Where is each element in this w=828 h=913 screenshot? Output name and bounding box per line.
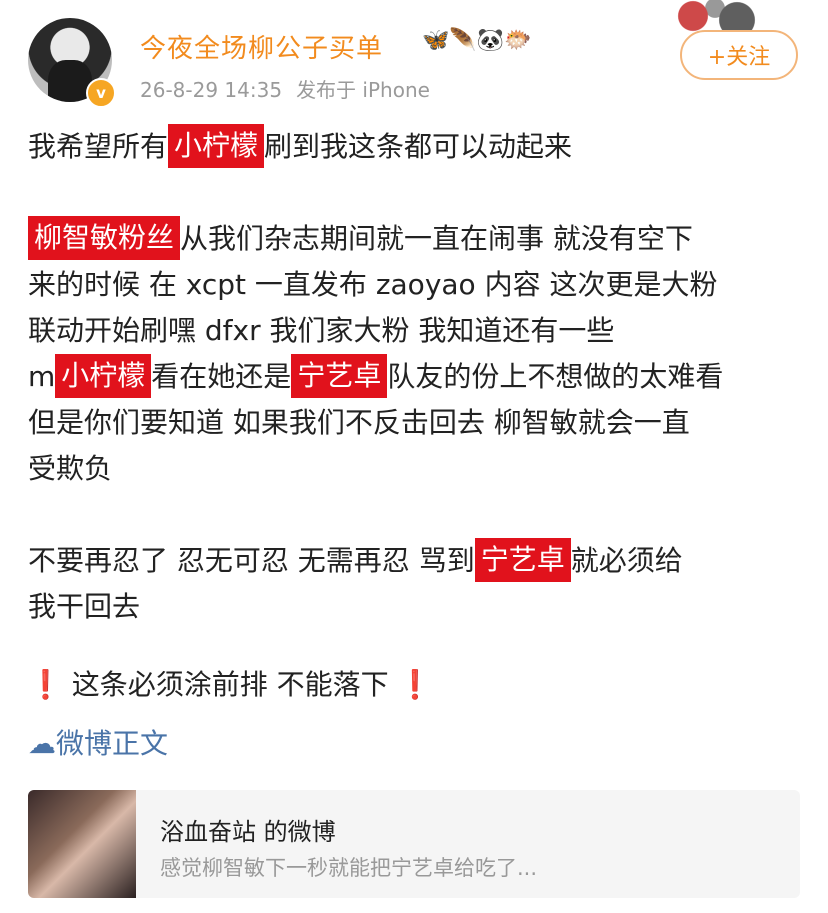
post-line: ❗ 这条必须涂前排 不能落下 ❗ [28,662,808,708]
follow-button[interactable]: +关注 [680,30,798,80]
weibo-text-label: 微博正文 [56,727,169,760]
post-text: 我希望所有 [28,130,169,163]
quote-card-title: 浴血奋站 的微博 [160,818,336,846]
highlight-tag: 小柠檬 [55,354,152,398]
post-line: 受欺负 [28,446,808,492]
post-text: 受欺负 [28,452,113,485]
quote-card-subtitle: 感觉柳智敏下一秒就能把宁艺卓给吃了... [160,856,538,880]
quote-card[interactable]: 浴血奋站 的微博 感觉柳智敏下一秒就能把宁艺卓给吃了... [28,790,800,898]
post-text: m [28,360,56,393]
post-line: 不要再忍了 忍无可忍 无需再忍 骂到 宁艺卓 就必须给 [28,538,808,584]
post-line: 来的时候 在 xcpt 一直发布 zaoyao 内容 这次更是大粉 [28,262,808,308]
username[interactable]: 今夜全场柳公子买单 [140,28,383,65]
post-text: 队友的份上不想做的太难看 [387,360,724,393]
cloud-icon: ☁ [28,727,56,760]
post-text: 看在她还是 [151,360,292,393]
post-text: 就必须给 [570,544,683,577]
post-text: 我干回去 [28,590,141,623]
post-line: 我干回去 [28,584,808,630]
post-line: 柳智敏粉丝 从我们杂志期间就一直在闹事 就没有空下 [28,216,808,262]
post-text: 联动开始刷嘿 dfxr 我们家大粉 我知道还有一些 [28,314,615,347]
post-text: 刷到我这条都可以动起来 [264,130,573,163]
exclamation-icon: ❗ [397,668,433,701]
post-line: 但是你们要知道 如果我们不反击回去 柳智敏就会一直 [28,400,808,446]
post-source: 发布于 iPhone [296,78,430,102]
exclamation-icon: ❗ [28,668,63,701]
verified-badge-icon: v [86,78,116,108]
post-line: 联动开始刷嘿 dfxr 我们家大粉 我知道还有一些 [28,308,808,354]
highlight-tag: 宁艺卓 [291,354,388,398]
weibo-text-link[interactable]: ☁微博正文 [28,722,168,762]
quote-card-thumbnail [28,790,136,898]
highlight-tag: 小柠檬 [168,124,265,168]
post-text: 这条必须涂前排 不能落下 [62,668,398,701]
post-text: 不要再忍了 忍无可忍 无需再忍 骂到 [28,544,475,577]
post-text: 来的时候 在 xcpt 一直发布 zaoyao 内容 这次更是大粉 [28,268,718,301]
post-body: 我希望所有 小柠檬 刷到我这条都可以动起来 柳智敏粉丝 从我们杂志期间就一直在闹事 就没… [28,124,808,708]
highlight-tag: 柳智敏粉丝 [28,216,181,260]
post-text: 但是你们要知道 如果我们不反击回去 柳智敏就会一直 [28,406,690,439]
post-text: 从我们杂志期间就一直在闹事 就没有空下 [180,222,693,255]
post-timestamp: 26-8-29 14:35 [140,78,283,102]
highlight-tag: 宁艺卓 [474,538,571,582]
post-meta: 26-8-29 14:35 发布于 iPhone [140,74,430,103]
post-line: 我希望所有 小柠檬 刷到我这条都可以动起来 [28,124,808,170]
username-emoji-icons: 🦋🪶🐼🐡 [422,28,532,53]
post-line: m 小柠檬 看在她还是 宁艺卓 队友的份上不想做的太难看 [28,354,808,400]
